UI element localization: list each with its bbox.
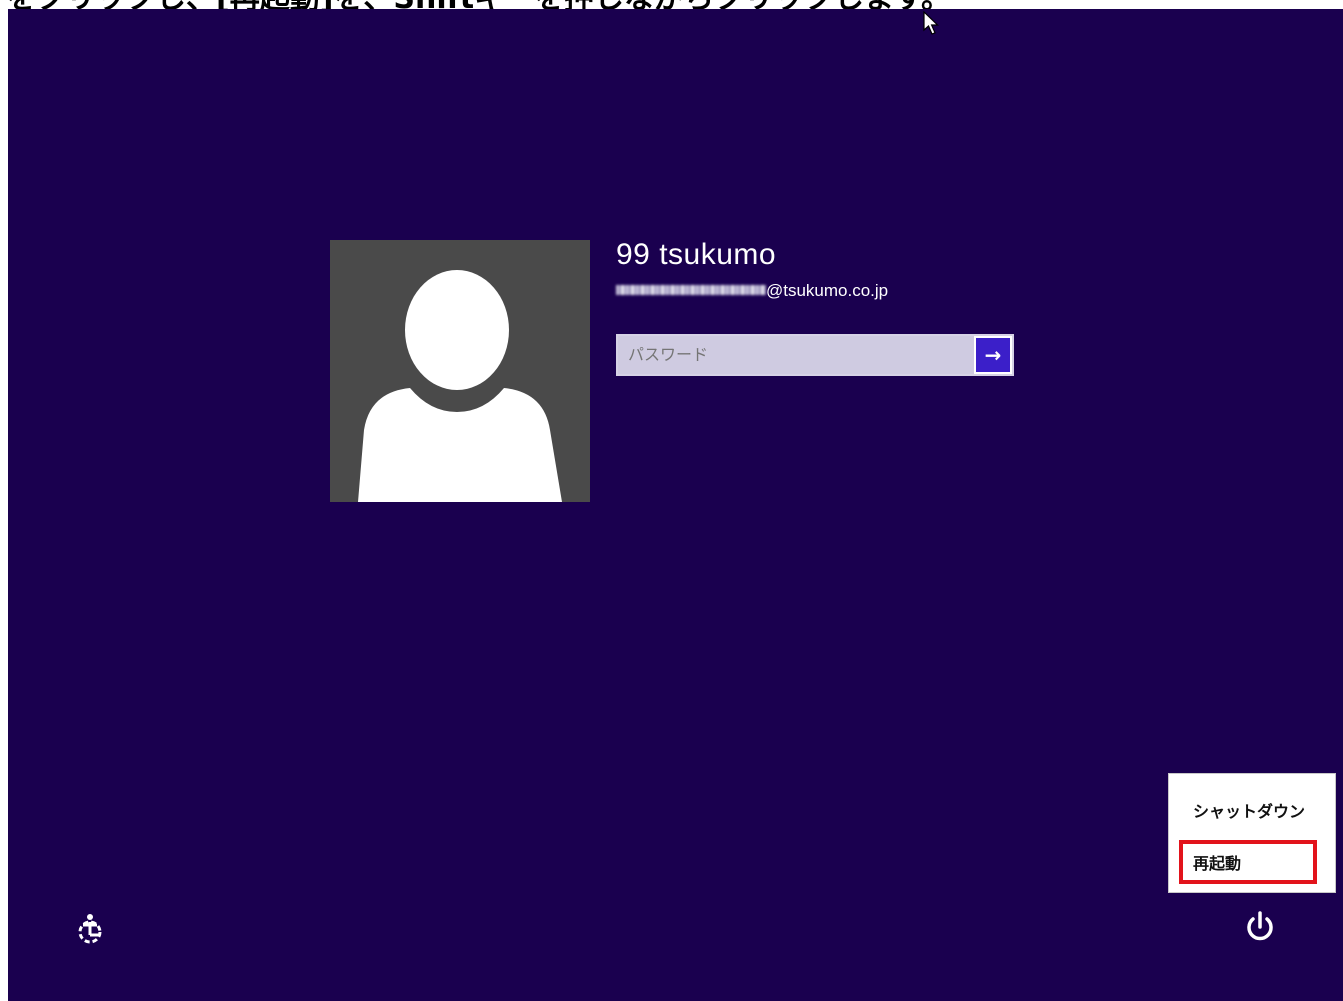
ease-of-access-icon[interactable] (72, 911, 108, 947)
restart-highlight-box (1179, 840, 1317, 884)
power-menu: シャットダウン 再起動 (1169, 774, 1335, 892)
submit-password-button[interactable]: → (976, 338, 1010, 372)
page: をクリックし、[再起動]を、Shiftキーを押しながらクリックします。 99 t… (0, 0, 1343, 1001)
lock-screen: 99 tsukumo @tsukumo.co.jp → シャットダウン 再起動 (8, 9, 1343, 1001)
user-silhouette-icon (358, 270, 562, 502)
user-avatar (330, 240, 590, 502)
power-icon[interactable] (1242, 909, 1278, 945)
arrow-right-icon: → (984, 343, 1002, 367)
email-domain: @tsukumo.co.jp (766, 281, 889, 300)
menu-item-shutdown[interactable]: シャットダウン (1193, 798, 1305, 822)
password-field-container: → (616, 334, 1014, 376)
user-email: @tsukumo.co.jp (616, 281, 888, 301)
password-input[interactable] (618, 336, 974, 374)
user-name: 99 tsukumo (616, 238, 777, 271)
mouse-pointer-icon (923, 11, 939, 35)
redacted-email-local-part (616, 285, 766, 296)
